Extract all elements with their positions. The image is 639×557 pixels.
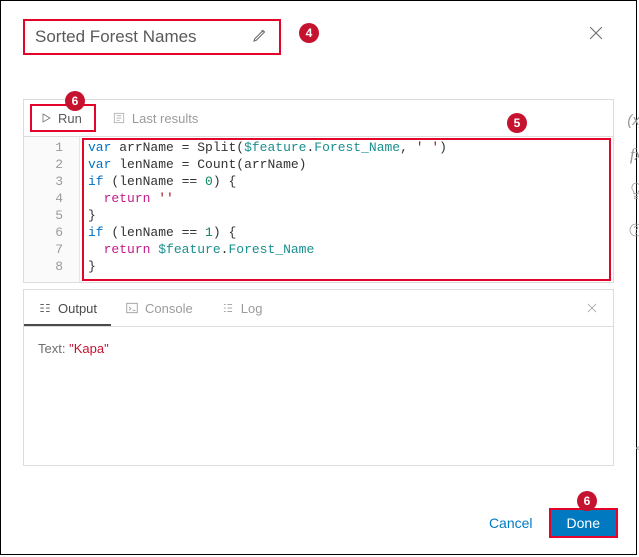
callout-5: 5 [507, 113, 527, 133]
callout-6-run: 6 [65, 91, 85, 111]
callout-6-done: 6 [577, 491, 597, 511]
tab-log[interactable]: Log [207, 290, 277, 326]
tab-console[interactable]: Console [111, 290, 207, 326]
expression-editor-dialog: 4 6 5 6 Sorted Forest Names Run Last re [0, 0, 637, 555]
tab-output-label: Output [58, 301, 97, 316]
help-icon[interactable] [628, 222, 639, 243]
line-number-gutter: 1 2 3 4 5 6 7 8 [24, 137, 80, 282]
dialog-footer: Cancel Done [473, 508, 618, 538]
globals-icon[interactable]: (x) [627, 112, 639, 129]
done-button[interactable]: Done [549, 508, 618, 538]
suggestions-icon[interactable] [628, 181, 639, 206]
editor-side-rail: (x) fx [621, 112, 639, 243]
result-text-label: Text: [38, 341, 65, 356]
run-button-label: Run [58, 111, 82, 126]
last-results-button[interactable]: Last results [104, 100, 206, 136]
tab-log-label: Log [241, 301, 263, 316]
code-text[interactable]: var arrName = Split($feature.Forest_Name… [80, 137, 613, 277]
tab-output[interactable]: Output [24, 290, 111, 326]
collapse-rail-icon[interactable]: << [635, 440, 639, 457]
functions-icon[interactable]: fx [630, 145, 639, 165]
tab-console-label: Console [145, 301, 193, 316]
dialog-content: 4 6 5 6 Sorted Forest Names Run Last re [1, 1, 636, 466]
result-text-value: "Kapa" [69, 341, 109, 356]
expression-title: Sorted Forest Names [35, 27, 251, 47]
callout-4: 4 [299, 23, 319, 43]
edit-title-icon[interactable] [251, 26, 269, 49]
results-panel: Output Console Log Text: "Kapa" << [23, 289, 614, 466]
code-editor[interactable]: 1 2 3 4 5 6 7 8 var arrName = Split($fea… [24, 137, 613, 282]
expression-title-box[interactable]: Sorted Forest Names [23, 19, 281, 55]
run-button[interactable]: Run [30, 104, 96, 132]
last-results-label: Last results [132, 111, 198, 126]
close-dialog-button[interactable] [586, 23, 606, 48]
results-close-button[interactable] [571, 290, 613, 326]
results-tabs: Output Console Log [24, 290, 613, 327]
cancel-button[interactable]: Cancel [473, 508, 549, 538]
results-body: Text: "Kapa" [24, 327, 613, 465]
code-area[interactable]: var arrName = Split($feature.Forest_Name… [80, 137, 613, 282]
